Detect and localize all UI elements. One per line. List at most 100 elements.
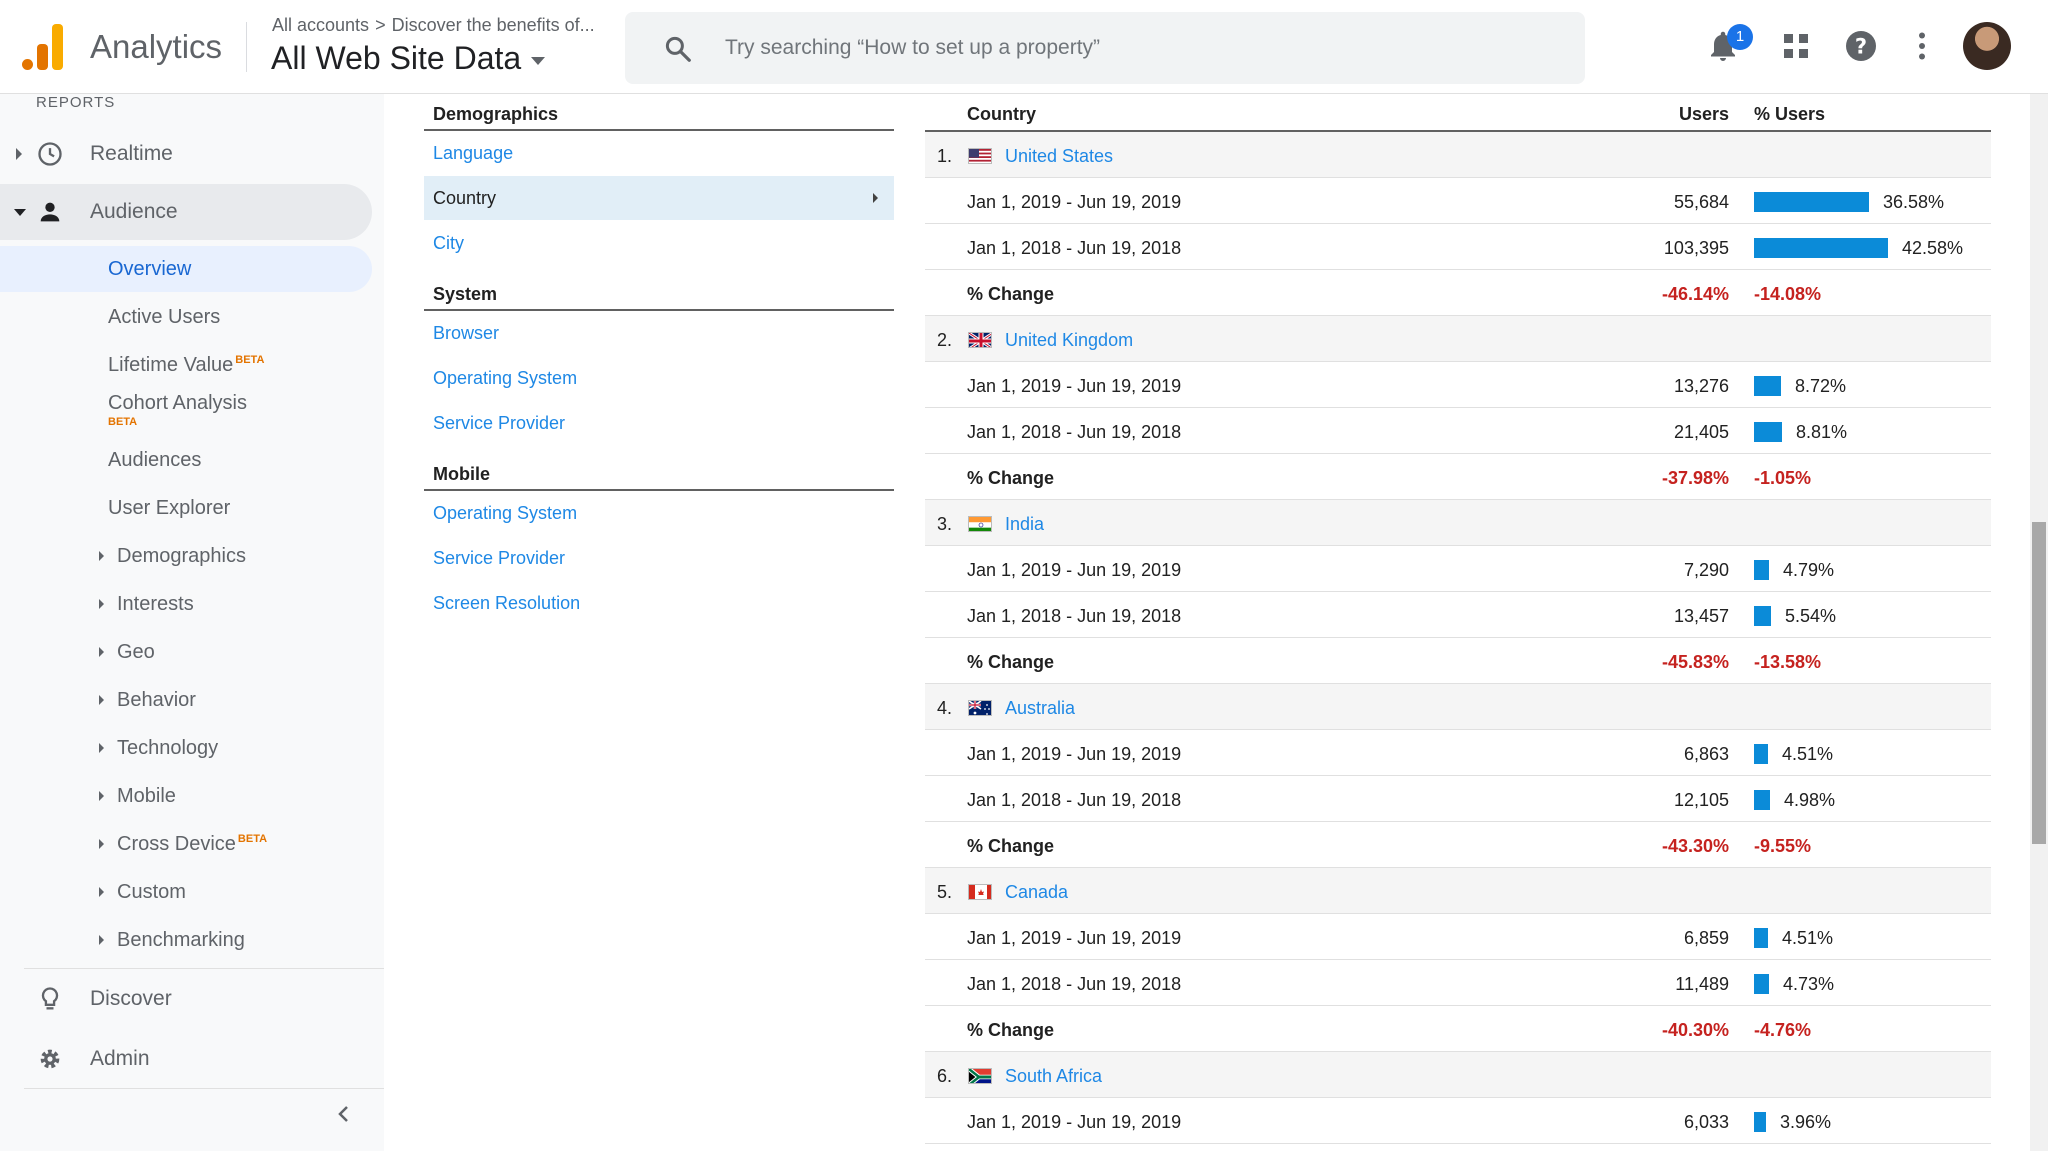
table-row: Jan 1, 2018 - Jun 19, 2018 13,457 5.54%	[925, 592, 1991, 638]
table-row-country: 6. South Africa	[925, 1052, 1991, 1098]
pct-users-value: 5.54%	[1785, 606, 1837, 626]
dimension-link-screen-resolution[interactable]: Screen Resolution	[424, 581, 894, 625]
sidebar-item-active-users[interactable]: Active Users	[0, 294, 372, 340]
breadcrumb-root[interactable]: All accounts	[272, 15, 369, 35]
sidebar: REPORTS Realtime Audience Overview Activ…	[0, 94, 384, 1151]
sidebar-item-audience[interactable]: Audience	[0, 184, 372, 240]
date-range-label: Jan 1, 2019 - Jun 19, 2019	[967, 192, 1182, 212]
column-header-users[interactable]: Users	[1679, 104, 1729, 125]
country-link[interactable]: Canada	[1005, 882, 1068, 903]
breadcrumb-current[interactable]: Discover the benefits of...	[392, 15, 595, 35]
sidebar-item-admin[interactable]: Admin	[0, 1031, 372, 1087]
dimension-link-label[interactable]: Screen Resolution	[433, 593, 580, 614]
collapse-sidebar-icon[interactable]	[334, 1104, 354, 1124]
dimension-link-label[interactable]: Country	[433, 188, 496, 209]
sidebar-item-label: Geo	[117, 641, 155, 663]
pct-users-bar	[1754, 744, 1768, 764]
row-number: 3.	[937, 514, 953, 534]
sidebar-item-interests[interactable]: Interests	[0, 581, 372, 627]
users-value: 103,395	[1663, 238, 1729, 258]
sidebar-item-behavior[interactable]: Behavior	[0, 677, 372, 723]
flag-za-icon	[968, 1068, 992, 1084]
dimension-link-mobile-provider[interactable]: Service Provider	[424, 536, 894, 580]
search-input[interactable]	[725, 30, 1545, 66]
change-pct-value: -14.08%	[1754, 284, 1822, 304]
sidebar-item-label: Benchmarking	[117, 929, 245, 951]
expand-arrow-icon	[99, 839, 104, 849]
svg-text:?: ?	[1855, 35, 1867, 59]
sidebar-item-technology[interactable]: Technology	[0, 725, 372, 771]
sidebar-item-realtime[interactable]: Realtime	[0, 126, 372, 182]
pct-users-value: 8.81%	[1796, 422, 1848, 442]
sidebar-item-cross-device[interactable]: Cross Device BETA	[0, 821, 372, 867]
date-range-label: Jan 1, 2019 - Jun 19, 2019	[967, 560, 1182, 580]
dimension-link-language[interactable]: Language	[424, 131, 894, 175]
account-avatar[interactable]	[1963, 22, 2011, 70]
apps-icon[interactable]	[1778, 28, 1814, 64]
dimension-link-label[interactable]: Browser	[433, 323, 499, 344]
search-bar[interactable]	[625, 12, 1585, 84]
sidebar-item-demographics[interactable]: Demographics	[0, 533, 372, 579]
collapse-arrow-icon[interactable]	[14, 209, 26, 216]
column-header-pct-users[interactable]: % Users	[1754, 104, 1825, 125]
cross-device-label: Cross Device	[117, 833, 236, 855]
analytics-logo[interactable]	[20, 24, 64, 70]
row-number: 5.	[937, 882, 953, 902]
pct-users-value: 4.79%	[1783, 560, 1835, 580]
dimension-link-label[interactable]: City	[433, 233, 464, 254]
country-link[interactable]: Australia	[1005, 698, 1075, 719]
table-row-country: 2. United Kingdom	[925, 316, 1991, 362]
breadcrumb[interactable]: All accounts > Discover the benefits of...	[272, 15, 595, 36]
dimension-link-country[interactable]: Country	[424, 176, 894, 220]
pct-users-value: 4.51%	[1782, 928, 1834, 948]
dimension-link-label[interactable]: Service Provider	[433, 413, 565, 434]
date-range-label: Jan 1, 2018 - Jun 19, 2018	[967, 238, 1182, 258]
change-pct-value: -1.05%	[1754, 468, 1812, 488]
dimension-link-city[interactable]: City	[424, 221, 894, 265]
more-vert-icon[interactable]	[1904, 28, 1940, 64]
change-label: % Change	[967, 1020, 1055, 1040]
sidebar-item-cohort-analysis[interactable]: Cohort Analysis BETA	[0, 380, 372, 434]
pct-users-bar	[1754, 192, 1869, 212]
column-header-country[interactable]: Country	[967, 104, 1036, 125]
pct-users-value: 8.72%	[1795, 376, 1847, 396]
expand-arrow-icon	[99, 791, 104, 801]
property-name[interactable]: All Web Site Data	[271, 40, 521, 76]
dimension-link-label[interactable]: Service Provider	[433, 548, 565, 569]
expand-arrow-icon	[99, 551, 104, 561]
scrollbar-thumb[interactable]	[2032, 522, 2046, 844]
sidebar-item-geo[interactable]: Geo	[0, 629, 372, 675]
dimension-link-label[interactable]: Language	[433, 143, 513, 164]
date-range-label: Jan 1, 2019 - Jun 19, 2019	[967, 928, 1182, 948]
country-link[interactable]: United Kingdom	[1005, 330, 1133, 351]
table-row-country: 3. India	[925, 500, 1991, 546]
pct-users-bar	[1754, 974, 1769, 994]
country-link[interactable]: United States	[1005, 146, 1113, 167]
property-selector[interactable]: All Web Site Data	[271, 40, 546, 77]
row-number: 2.	[937, 330, 953, 350]
sidebar-item-user-explorer[interactable]: User Explorer	[0, 485, 372, 531]
sidebar-item-overview[interactable]: Overview	[0, 246, 372, 292]
flag-us-icon	[968, 148, 992, 164]
sidebar-item-discover[interactable]: Discover	[0, 971, 372, 1027]
sidebar-item-mobile[interactable]: Mobile	[0, 773, 372, 819]
sidebar-item-audiences[interactable]: Audiences	[0, 437, 372, 483]
country-link[interactable]: South Africa	[1005, 1066, 1102, 1087]
sidebar-item-label: Audience	[90, 200, 178, 223]
expand-arrow-icon[interactable]	[16, 148, 22, 160]
dimension-link-label[interactable]: Operating System	[433, 503, 577, 524]
sidebar-item-custom[interactable]: Custom	[0, 869, 372, 915]
dimension-link-operating-system[interactable]: Operating System	[424, 356, 894, 400]
lifetime-value-label: Lifetime Value	[108, 354, 234, 376]
dimension-link-mobile-os[interactable]: Operating System	[424, 491, 894, 535]
help-icon[interactable]: ?	[1843, 28, 1879, 64]
pct-users-value: 3.96%	[1780, 1112, 1832, 1132]
sidebar-item-benchmarking[interactable]: Benchmarking	[0, 917, 372, 963]
dimension-link-label[interactable]: Operating System	[433, 368, 577, 389]
dimension-link-browser[interactable]: Browser	[424, 311, 894, 355]
expand-arrow-icon	[99, 743, 104, 753]
beta-badge: BETA	[108, 416, 138, 428]
logo-dot	[22, 59, 33, 70]
country-link[interactable]: India	[1005, 514, 1044, 535]
dimension-link-service-provider[interactable]: Service Provider	[424, 401, 894, 445]
